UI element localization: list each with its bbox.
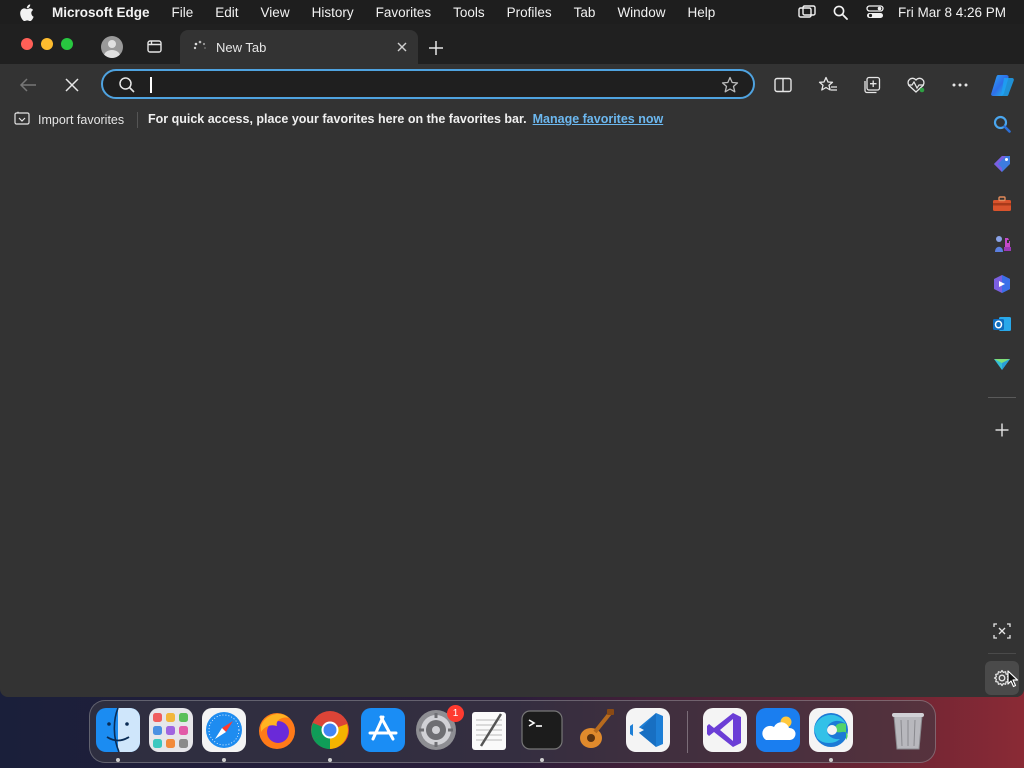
back-arrow-icon[interactable]	[17, 74, 39, 96]
finder-icon[interactable]	[96, 708, 140, 752]
safari-running-dot	[222, 758, 226, 762]
menu-tab[interactable]: Tab	[563, 5, 607, 20]
screenshot-icon[interactable]	[991, 620, 1013, 642]
mouse-pointer-icon	[1007, 670, 1019, 693]
tab-new-tab[interactable]: New Tab	[180, 30, 418, 64]
tab-title: New Tab	[216, 39, 267, 55]
finder-running-dot	[116, 758, 120, 762]
profile-avatar[interactable]	[101, 36, 123, 58]
search-icon	[118, 76, 136, 99]
menu-window[interactable]: Window	[606, 5, 676, 20]
chrome-icon[interactable]	[308, 708, 352, 752]
import-favorites-label: Import favorites	[38, 112, 125, 127]
address-input[interactable]	[149, 75, 709, 95]
edge-browser-window: New Tab Import favorites For quick acces…	[0, 24, 1024, 697]
menu-help[interactable]: Help	[676, 5, 726, 20]
firefox-icon[interactable]	[255, 708, 299, 752]
control-center-icon[interactable]	[858, 5, 892, 19]
shopping-tag-icon[interactable]	[991, 153, 1013, 175]
system-settings-icon[interactable]: 1	[414, 705, 464, 752]
trash-icon[interactable]	[886, 708, 930, 752]
menu-favorites[interactable]: Favorites	[365, 5, 443, 20]
spotlight-search-icon[interactable]	[824, 5, 858, 20]
search-icon[interactable]	[991, 113, 1013, 135]
menu-view[interactable]: View	[250, 5, 301, 20]
launchpad-icon[interactable]	[149, 708, 193, 752]
notification-badge: 1	[447, 705, 464, 722]
copilot-icon[interactable]	[990, 72, 1016, 98]
menu-profiles[interactable]: Profiles	[496, 5, 563, 20]
sidebar-divider	[988, 397, 1016, 398]
minimize-window-button[interactable]	[41, 38, 53, 50]
edge-sidebar	[980, 104, 1024, 697]
import-favorites-button[interactable]: Import favorites	[14, 111, 124, 128]
menu-tools[interactable]: Tools	[442, 5, 496, 20]
menu-app-name[interactable]: Microsoft Edge	[52, 5, 161, 20]
text-caret	[150, 77, 152, 93]
loading-spinner-icon	[192, 39, 208, 55]
onedrive-icon[interactable]	[756, 708, 800, 752]
menu-edit[interactable]: Edit	[204, 5, 249, 20]
visual-studio-icon[interactable]	[703, 708, 747, 752]
menu-file[interactable]: File	[161, 5, 205, 20]
drop-icon[interactable]	[991, 353, 1013, 375]
more-options-icon[interactable]	[949, 74, 971, 96]
collections-icon[interactable]	[861, 74, 883, 96]
tools-icon[interactable]	[991, 193, 1013, 215]
favorites-icon[interactable]	[817, 74, 839, 96]
textedit-icon[interactable]	[467, 708, 511, 752]
stop-loading-icon[interactable]	[61, 74, 83, 96]
manage-favorites-link[interactable]: Manage favorites now	[533, 112, 664, 126]
favorites-hint-text: For quick access, place your favorites h…	[148, 112, 527, 126]
edge-running-dot	[829, 758, 833, 762]
apple-menu-icon[interactable]	[0, 3, 52, 21]
add-favorite-star-icon[interactable]	[721, 76, 739, 99]
new-tab-button[interactable]	[427, 39, 445, 57]
office-icon[interactable]	[991, 273, 1013, 295]
app-store-icon[interactable]	[361, 708, 405, 752]
close-tab-icon[interactable]	[394, 39, 410, 55]
terminal-running-dot	[540, 758, 544, 762]
macos-menu-bar: Microsoft Edge File Edit View History Fa…	[0, 0, 1024, 24]
close-window-button[interactable]	[21, 38, 33, 50]
split-screen-icon[interactable]	[772, 74, 794, 96]
garageband-icon[interactable]	[573, 708, 617, 752]
outlook-icon[interactable]	[991, 313, 1013, 335]
browser-toolbar	[0, 64, 1024, 104]
title-bar: New Tab	[0, 24, 1024, 64]
favorites-bar-message: For quick access, place your favorites h…	[148, 112, 663, 126]
microsoft-edge-icon[interactable]	[809, 708, 853, 752]
browser-essentials-icon[interactable]	[905, 74, 927, 96]
tab-actions-button[interactable]	[146, 38, 164, 54]
macos-dock: 1	[89, 700, 936, 763]
import-icon	[14, 111, 30, 128]
zoom-window-button[interactable]	[61, 38, 73, 50]
favorites-bar: Import favorites For quick access, place…	[0, 104, 980, 134]
safari-icon[interactable]	[202, 708, 246, 752]
add-icon[interactable]	[991, 419, 1013, 441]
favorites-divider	[137, 112, 138, 128]
menu-bar-clock[interactable]: Fri Mar 8 4:26 PM	[892, 5, 1024, 20]
address-bar[interactable]	[101, 69, 755, 99]
vscode-icon[interactable]	[626, 708, 670, 752]
terminal-icon[interactable]	[520, 708, 564, 752]
dock-separator	[687, 711, 688, 753]
menu-history[interactable]: History	[301, 5, 365, 20]
games-icon[interactable]	[991, 233, 1013, 255]
screen-mirroring-icon[interactable]	[790, 5, 824, 19]
sidebar-bottom-divider	[988, 653, 1016, 654]
chrome-running-dot	[328, 758, 332, 762]
